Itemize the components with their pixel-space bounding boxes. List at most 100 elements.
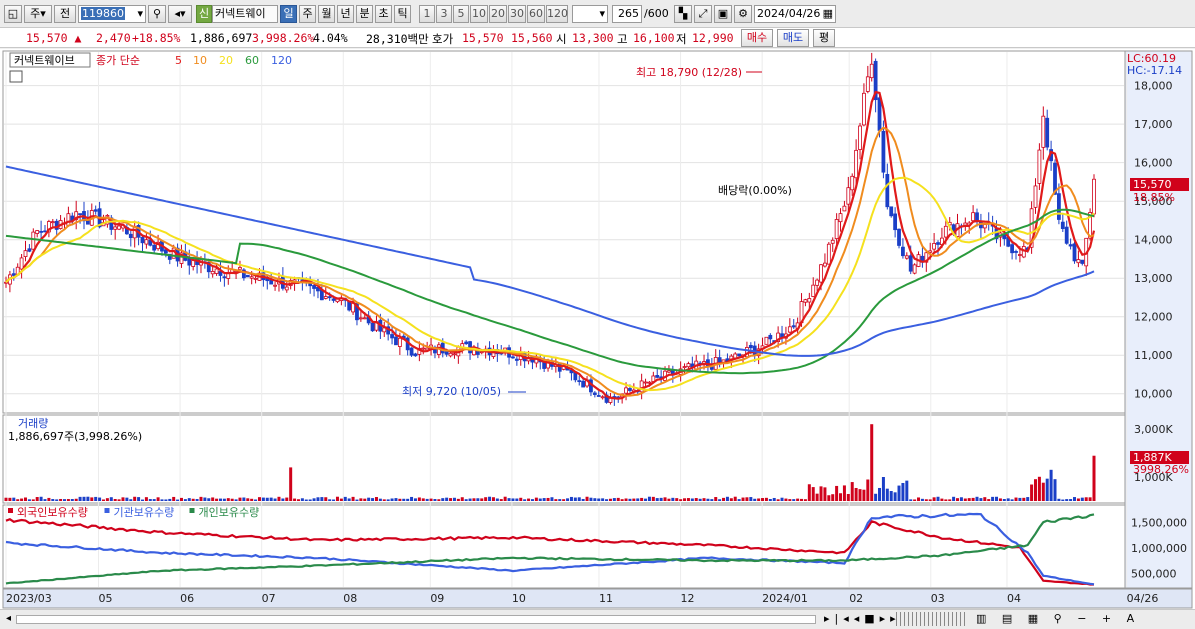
y-tick-label: 16,000 xyxy=(1134,157,1173,170)
volume-bar xyxy=(819,486,823,501)
mode-select-1[interactable]: 주▾ xyxy=(24,5,52,23)
minute-button-30[interactable]: 30 xyxy=(508,5,526,23)
volume-bar xyxy=(343,496,347,501)
candle-body xyxy=(803,299,808,303)
draw-line-icon[interactable]: ⤢ xyxy=(694,5,712,23)
minute-button-1[interactable]: 1 xyxy=(419,5,435,23)
period-tab-6[interactable]: 틱 xyxy=(394,5,411,23)
ma-legend-item: 20 xyxy=(219,54,233,67)
volume-bar xyxy=(39,496,43,501)
high-annotation: 최고 18,790 (12/28) xyxy=(636,66,742,79)
stock-name: 커넥트웨이 xyxy=(212,5,278,23)
candle-body xyxy=(850,175,855,191)
candle-body xyxy=(885,173,890,208)
volume-bar xyxy=(1061,499,1065,501)
gear-icon[interactable]: ⚙ xyxy=(734,5,752,23)
volume-bar xyxy=(386,499,390,501)
candle-body xyxy=(858,125,862,150)
scroll-left-icon[interactable]: ◂ xyxy=(6,613,11,624)
volume-bar xyxy=(1065,499,1069,501)
minute-button-20[interactable]: 20 xyxy=(489,5,507,23)
volume-bar xyxy=(74,498,78,501)
table-icon[interactable] xyxy=(9,70,23,83)
chart-area[interactable]: 18,000 17,000 16,000 15,000 14,000 13,000 12,0… xyxy=(0,49,1195,609)
volume-readout: 1,886,697주(3,998.26%) xyxy=(8,430,142,443)
candle-body xyxy=(936,242,940,245)
range-select[interactable]: ▾ xyxy=(572,5,608,23)
chevron-down-icon[interactable]: ▾ xyxy=(137,6,145,22)
search-icon[interactable]: ⚲ xyxy=(148,5,166,23)
volume-bar xyxy=(109,497,113,501)
volume-bar xyxy=(176,499,180,501)
volume-bar xyxy=(507,498,511,501)
volume-bar xyxy=(55,499,59,501)
x-tick-label: 2024/01 xyxy=(762,592,808,605)
candle-body xyxy=(1064,226,1069,244)
period-tab-3[interactable]: 년 xyxy=(337,5,354,23)
volume-bar xyxy=(339,498,343,501)
holding-legend-item: 개인보유수량 xyxy=(199,506,260,519)
volume-bar xyxy=(780,497,784,501)
count-input[interactable]: 265 xyxy=(612,5,642,23)
zoom-buttons[interactable]: ▥ ▤ ▦ ⚲ − + A xyxy=(976,612,1140,625)
navigation-buttons[interactable]: ▸|◂◂■▸▸ xyxy=(824,612,901,625)
stock-chart[interactable]: 18,00017,00016,00015,00014,00013,00012,0… xyxy=(0,49,1195,609)
period-tab-2[interactable]: 월 xyxy=(318,5,335,23)
mode-select-2[interactable]: 전 xyxy=(54,5,76,23)
bottom-bar: ◂ ▸|◂◂■▸▸ ▥ ▤ ▦ ⚲ − + A xyxy=(0,609,1195,629)
speaker-icon[interactable]: ◂▾ xyxy=(168,5,192,23)
volume-bar xyxy=(226,498,230,501)
candle-body xyxy=(347,301,352,311)
date-input[interactable]: 2024/04/26 ▦ xyxy=(754,5,836,23)
volume-bar xyxy=(121,497,125,501)
minute-button-60[interactable]: 60 xyxy=(527,5,545,23)
calendar-icon[interactable]: ▦ xyxy=(823,6,835,22)
period-tab-4[interactable]: 분 xyxy=(356,5,373,23)
volume-bar xyxy=(706,498,710,501)
window-icon[interactable]: ◱ xyxy=(4,5,22,23)
candle-body xyxy=(901,246,905,257)
buy-button[interactable]: 매수 xyxy=(741,29,773,47)
volume-bar xyxy=(527,498,531,501)
legend-swatch xyxy=(8,508,13,513)
period-tab-0[interactable]: 일 xyxy=(280,5,297,23)
chart-tool-icon[interactable]: ▚ xyxy=(674,5,692,23)
stock-code-value: 119860 xyxy=(81,7,125,20)
candle-body xyxy=(514,358,519,361)
volume-bar xyxy=(784,498,788,501)
open-price: 13,300 xyxy=(572,31,614,45)
minute-button-3[interactable]: 3 xyxy=(436,5,452,23)
volume-bar xyxy=(304,499,308,501)
sell-button[interactable]: 매도 xyxy=(777,29,809,47)
volume-bar xyxy=(1088,497,1092,501)
volume-bar xyxy=(47,497,51,501)
volume-bar xyxy=(1084,497,1088,501)
average-button[interactable]: 평 xyxy=(813,29,835,47)
period-tab-5[interactable]: 초 xyxy=(375,5,392,23)
volume-bar xyxy=(433,499,437,501)
volume-bar xyxy=(932,497,936,501)
candle-body xyxy=(768,334,773,340)
volume-bar xyxy=(449,498,453,501)
ma-legend-item: 5 xyxy=(175,54,182,67)
volume-bar xyxy=(140,499,144,501)
volume-bar xyxy=(881,477,885,501)
x-tick-label: 03 xyxy=(931,592,945,605)
open-label: 시 xyxy=(556,32,567,46)
candle-body xyxy=(815,279,820,286)
period-tab-1[interactable]: 주 xyxy=(299,5,316,23)
minute-button-5[interactable]: 5 xyxy=(453,5,469,23)
zoom-slider[interactable] xyxy=(896,612,968,626)
stock-code-input[interactable]: 119860 ▾ xyxy=(78,5,146,23)
candle-body xyxy=(479,351,484,354)
volume-bar xyxy=(187,498,191,501)
volume-bar xyxy=(320,497,324,501)
candle-body xyxy=(608,397,613,403)
volume-bar xyxy=(636,498,640,501)
save-icon[interactable]: ▣ xyxy=(714,5,732,23)
minute-button-10[interactable]: 10 xyxy=(470,5,488,23)
volume-bar xyxy=(967,498,971,501)
minute-button-120[interactable]: 120 xyxy=(546,5,568,23)
hoga-label: 호가 xyxy=(432,32,454,46)
scrollbar-track[interactable] xyxy=(16,615,816,624)
